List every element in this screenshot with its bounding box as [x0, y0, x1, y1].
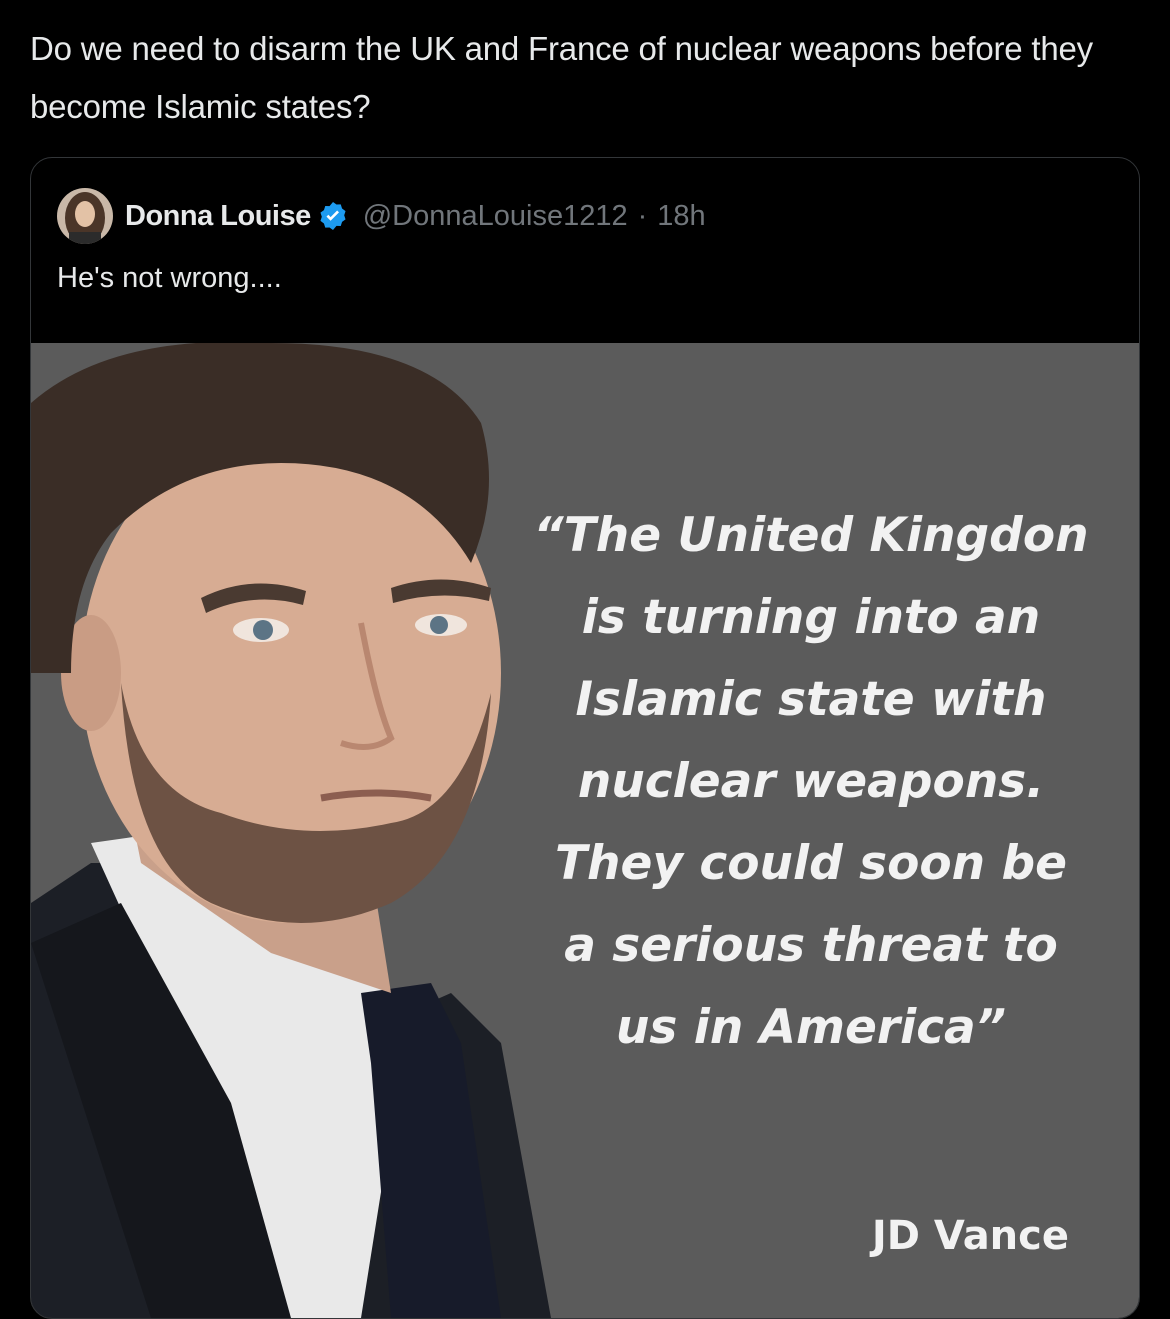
quoted-post-text: He's not wrong.... [57, 262, 282, 294]
author-name[interactable]: Donna Louise [125, 200, 311, 233]
post-timestamp[interactable]: 18h [657, 200, 705, 233]
post-text: Do we need to disarm the UK and France o… [30, 30, 1093, 125]
verified-badge-icon [320, 202, 346, 230]
portrait-photo [31, 343, 551, 1318]
quoted-post-header: Donna Louise @DonnaLouise1212 · 18h [57, 188, 706, 244]
meta-separator: · [637, 199, 648, 232]
quoted-post-card[interactable]: Donna Louise @DonnaLouise1212 · 18h He's… [30, 157, 1140, 1319]
post-image[interactable]: “The United Kingdon is turning into an I… [31, 343, 1139, 1318]
quote-attribution: JD Vance [871, 1213, 1069, 1259]
author-avatar[interactable] [57, 188, 113, 244]
author-handle[interactable]: @DonnaLouise1212 [363, 200, 628, 233]
quote-text: “The United Kingdon is turning into an I… [533, 508, 1089, 1055]
